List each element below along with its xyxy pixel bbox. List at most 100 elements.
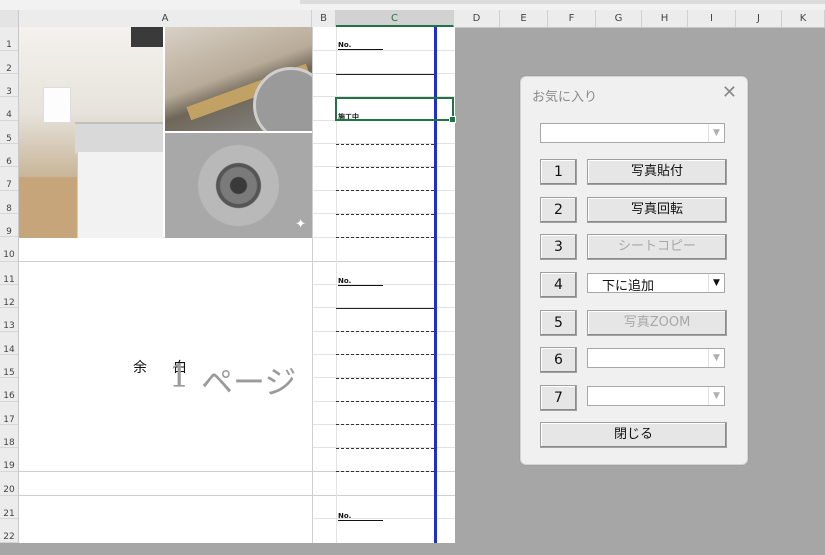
dotted-line — [336, 354, 434, 355]
dotted-line — [336, 237, 434, 238]
add-position-dropdown[interactable]: 下に追加 ▼ — [587, 273, 725, 294]
dialog-title: お気に入り — [532, 90, 598, 105]
rotate-photo-button[interactable]: 写真回転 — [587, 197, 727, 223]
photo-zoom-button[interactable]: 写真ZOOM — [587, 310, 727, 336]
row-header-15[interactable]: 15 — [0, 355, 18, 378]
no-label: No. — [338, 277, 352, 285]
dotted-line — [336, 424, 434, 425]
row-header-4[interactable]: 4 — [0, 97, 18, 121]
row-header-5[interactable]: 5 — [0, 121, 18, 144]
column-header-d[interactable]: D — [454, 10, 500, 27]
column-header-g[interactable]: G — [596, 10, 642, 27]
row-header-16[interactable]: 16 — [0, 378, 18, 402]
dotted-line — [336, 190, 434, 191]
column-header-a[interactable]: A — [19, 10, 312, 27]
number-button-5[interactable]: 5 — [540, 310, 577, 336]
column-header-k[interactable]: K — [782, 10, 825, 27]
column-header-f[interactable]: F — [548, 10, 596, 27]
close-button[interactable]: 閉じる — [540, 422, 727, 448]
solid-line — [336, 308, 434, 309]
row-header-21[interactable]: 21 — [0, 496, 18, 519]
column-header-c[interactable]: C — [336, 10, 454, 27]
active-cell-selection[interactable] — [335, 97, 456, 123]
row-header-14[interactable]: 14 — [0, 332, 18, 355]
photo-cabinet — [77, 152, 163, 238]
row-header-3[interactable]: 3 — [0, 74, 18, 97]
number-button-2[interactable]: 2 — [540, 197, 577, 223]
add-position-value: 下に追加 — [602, 279, 655, 294]
row-header-22[interactable]: 22 — [0, 519, 18, 543]
photo-sink — [253, 67, 312, 131]
close-icon[interactable]: ✕ — [722, 82, 737, 103]
column-header-h[interactable]: H — [642, 10, 688, 27]
number-button-3[interactable]: 3 — [540, 234, 577, 260]
number-button-1[interactable]: 1 — [540, 159, 577, 185]
column-header-bar: A B C D E F G H I J K — [0, 10, 825, 28]
dotted-line — [336, 167, 434, 168]
number-button-4[interactable]: 4 — [540, 272, 577, 298]
row-header-12[interactable]: 12 — [0, 285, 18, 308]
favorites-dialog: お気に入り ✕ ▼ 1 写真貼付 2 写真回転 3 シートコピー 4 下に追加 … — [520, 76, 748, 465]
drain-photo[interactable]: ✦ — [165, 133, 312, 238]
chevron-down-icon[interactable]: ▼ — [708, 387, 724, 405]
row-header-1[interactable]: 1 — [0, 27, 18, 51]
gridline — [312, 27, 313, 543]
favorites-dropdown[interactable]: ▼ — [540, 123, 725, 143]
paste-photo-button[interactable]: 写真貼付 — [587, 159, 727, 185]
column-header-b[interactable]: B — [312, 10, 336, 27]
row-header-20[interactable]: 20 — [0, 472, 18, 496]
no-underline — [338, 520, 383, 521]
photo-floor — [19, 177, 79, 238]
chevron-down-icon[interactable]: ▼ — [708, 274, 724, 292]
no-underline — [338, 285, 383, 286]
no-label: No. — [338, 512, 352, 520]
row-header-18[interactable]: 18 — [0, 425, 18, 448]
row-header-bar: 1 2 3 4 5 6 7 8 9 10 11 12 13 14 15 16 1… — [0, 27, 19, 543]
chevron-down-icon[interactable]: ▼ — [708, 349, 724, 367]
column-header-i[interactable]: I — [688, 10, 736, 27]
number-button-6[interactable]: 6 — [540, 347, 577, 373]
gridline — [19, 261, 455, 262]
photo-hood — [131, 27, 163, 47]
no-label: No. — [338, 41, 352, 49]
chevron-down-icon[interactable]: ▼ — [708, 124, 724, 142]
photo-window — [43, 87, 71, 123]
column-header-e[interactable]: E — [500, 10, 548, 27]
row-header-11[interactable]: 11 — [0, 262, 18, 285]
dotted-line — [336, 144, 434, 145]
select-all-corner[interactable] — [0, 10, 19, 27]
top-scroll-strip — [300, 0, 825, 4]
row-header-19[interactable]: 19 — [0, 448, 18, 472]
fill-handle[interactable] — [449, 116, 456, 123]
row-header-17[interactable]: 17 — [0, 402, 18, 425]
dotted-line — [336, 331, 434, 332]
solid-line — [336, 74, 434, 75]
page-number-watermark: 1 — [169, 357, 190, 395]
row-header-13[interactable]: 13 — [0, 308, 18, 332]
dotted-line — [336, 448, 434, 449]
row-header-6[interactable]: 6 — [0, 144, 18, 167]
row-header-9[interactable]: 9 — [0, 214, 18, 237]
dotted-line — [336, 401, 434, 402]
dotted-line — [336, 471, 434, 472]
dotted-line — [336, 378, 434, 379]
photo-counter — [75, 122, 163, 154]
photo-grid[interactable]: ✦ — [19, 27, 312, 238]
dotted-line — [336, 214, 434, 215]
sheet-copy-button[interactable]: シートコピー — [587, 234, 727, 260]
kitchen-photo[interactable] — [19, 27, 163, 238]
mold-photo[interactable] — [165, 27, 312, 131]
sparkle-icon: ✦ — [295, 217, 306, 232]
column-header-j[interactable]: J — [736, 10, 782, 27]
option-dropdown-7[interactable]: ▼ — [587, 386, 725, 406]
gridline — [19, 495, 455, 496]
row-header-10[interactable]: 10 — [0, 237, 18, 262]
number-button-7[interactable]: 7 — [540, 385, 577, 411]
page-label-watermark: ページ — [201, 363, 297, 401]
toolbar-strip — [0, 0, 825, 10]
option-dropdown-6[interactable]: ▼ — [587, 348, 725, 368]
row-header-2[interactable]: 2 — [0, 51, 18, 74]
no-underline — [338, 49, 383, 50]
row-header-8[interactable]: 8 — [0, 191, 18, 214]
row-header-7[interactable]: 7 — [0, 167, 18, 191]
